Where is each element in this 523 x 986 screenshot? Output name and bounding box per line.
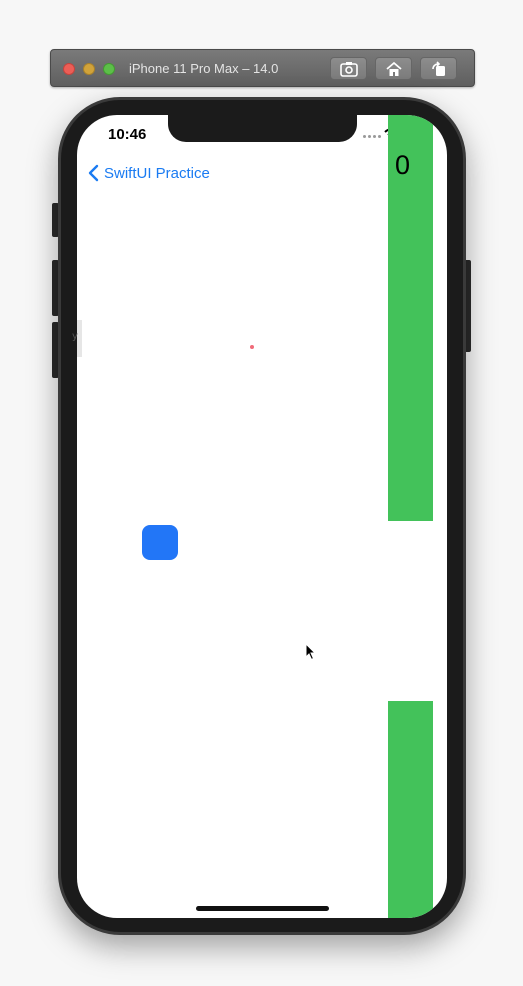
window-minimize-button[interactable] <box>83 63 95 75</box>
simulator-titlebar: iPhone 11 Pro Max – 14.0 <box>50 49 475 87</box>
status-time: 10:46 <box>108 126 147 143</box>
screenshot-button[interactable] <box>330 57 367 80</box>
simulator-title: iPhone 11 Pro Max – 14.0 <box>129 61 279 76</box>
marker-dot <box>250 345 254 349</box>
window-close-button[interactable] <box>63 63 75 75</box>
window-maximize-button[interactable] <box>103 63 115 75</box>
back-button-label: SwiftUI Practice <box>104 164 210 182</box>
player-block[interactable] <box>142 525 178 560</box>
rotate-icon <box>431 60 445 76</box>
camera-icon <box>339 61 358 77</box>
phone-screen[interactable]: 10:46 SwiftUI Practice 0 <box>77 115 447 918</box>
score-label: 0 <box>395 150 411 180</box>
mouse-cursor-icon <box>305 643 317 661</box>
home-indicator[interactable] <box>196 906 329 911</box>
rotate-button[interactable] <box>420 57 457 80</box>
notch <box>168 115 357 142</box>
back-button[interactable]: SwiftUI Practice <box>87 164 210 182</box>
bottom-pipe <box>388 701 433 918</box>
home-icon <box>385 61 402 76</box>
cellular-signal-icon <box>363 135 381 138</box>
side-tab-glyph: y <box>72 331 78 342</box>
chevron-left-icon <box>88 164 99 182</box>
home-button[interactable] <box>375 57 412 80</box>
